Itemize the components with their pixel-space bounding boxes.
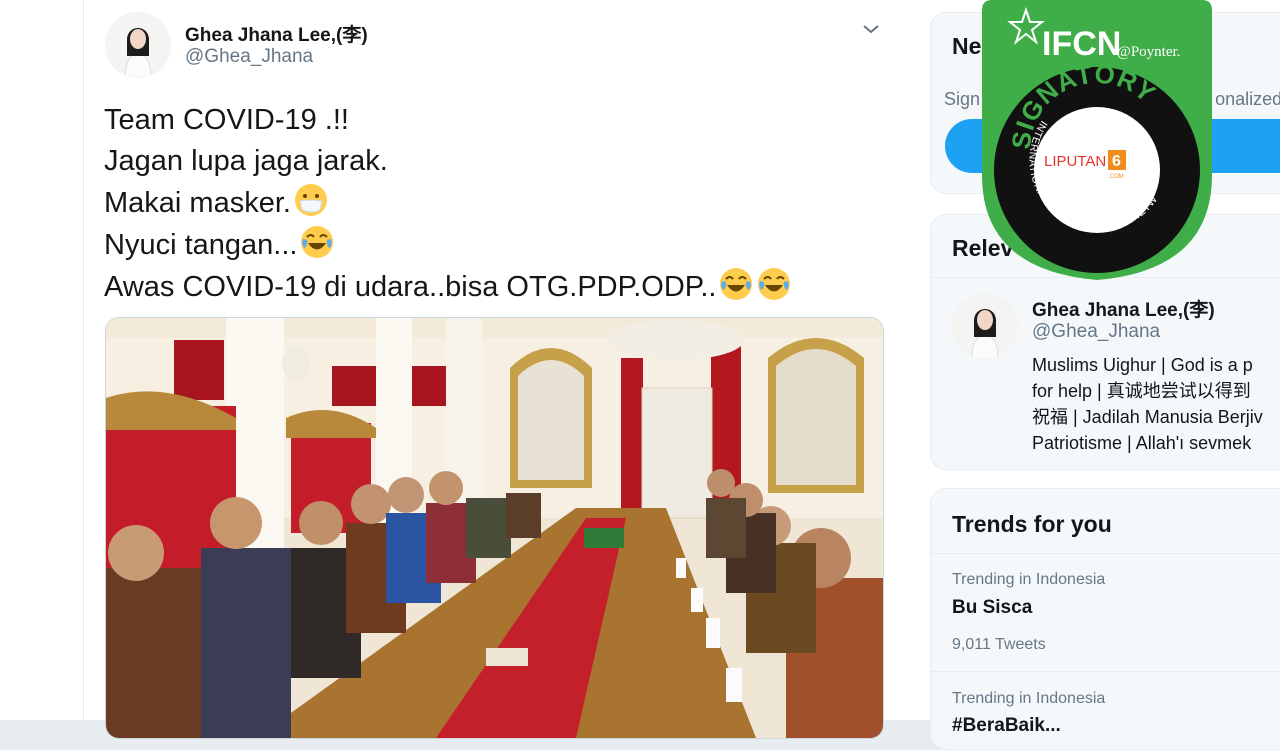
mask-emoji-icon (294, 184, 327, 216)
relevant-person-handle[interactable]: @Ghea_Jhana (1032, 321, 1160, 343)
divider (931, 671, 1280, 672)
tweet-line: Jagan lupa jaga jarak. (104, 145, 388, 177)
signup-subtitle-left: Sign (944, 89, 981, 109)
liputan-logo-number: 6 (1112, 153, 1121, 170)
bio-line: for help | 真诚地尝试以得到 (1032, 381, 1251, 401)
tweet-author-avatar[interactable] (105, 12, 171, 78)
trend-count: 9,011 Tweets (952, 636, 1046, 653)
tweet-photo[interactable] (105, 317, 884, 739)
signup-subtitle-right: onalized (1215, 89, 1280, 109)
relevant-person-name[interactable]: Ghea Jhana Lee,(李) (1032, 295, 1215, 322)
relevant-person-bio: Muslims Uighur | God is a p for help | 真… (1032, 352, 1263, 456)
signup-title: Ne (952, 33, 982, 59)
tweet-line: Makai masker. (104, 187, 291, 219)
tweet-author-name[interactable]: Ghea Jhana Lee,(李) (185, 20, 368, 47)
tweet-text: Team COVID-19 .!! Jagan lupa jaga jarak.… (104, 100, 792, 308)
trend-name[interactable]: #BeraBaik... (952, 715, 1061, 737)
trend-meta[interactable]: Trending in Indonesia (952, 571, 1105, 589)
bio-line: 祝福 | Jadilah Manusia Berjiv (1032, 407, 1263, 427)
liputan-logo-text: LIPUTAN (1044, 153, 1106, 170)
poynter-wordmark: @Poynter. (1117, 44, 1180, 60)
liputan-logo-sub: .COM (1108, 174, 1124, 180)
bio-line: Patriotisme | Allah'ı sevmek (1032, 433, 1252, 453)
trends-title: Trends for you (952, 511, 1112, 537)
divider (931, 553, 1280, 554)
ifcn-wordmark: IFCN (1042, 25, 1121, 63)
trends-panel: Trends for you Trending in Indonesia Bu … (930, 488, 1280, 750)
laughing-emoji-icon (301, 226, 334, 258)
ifcn-signatory-badge: IFCN @Poynter. SIGNATORY INTERNATIONAL F… (982, 0, 1212, 280)
tweet-line: Awas COVID-19 di udara..bisa OTG.PDP.ODP… (104, 271, 717, 303)
bio-line: Muslims Uighur | God is a p (1032, 355, 1253, 375)
laughing-emoji-icon (758, 268, 791, 300)
trend-meta[interactable]: Trending in Indonesia (952, 690, 1105, 708)
tweet-line: Team COVID-19 .!! (104, 104, 349, 136)
left-gutter (0, 0, 83, 720)
tweet-card: Ghea Jhana Lee,(李) @Ghea_Jhana Team COVI… (83, 0, 903, 739)
relevant-person-avatar[interactable] (952, 293, 1018, 359)
laughing-emoji-icon (720, 268, 753, 300)
chevron-down-icon[interactable] (860, 18, 882, 40)
trend-name[interactable]: Bu Sisca (952, 597, 1032, 619)
tweet-author-handle[interactable]: @Ghea_Jhana (185, 46, 313, 68)
tweet-line: Nyuci tangan... (104, 229, 298, 261)
